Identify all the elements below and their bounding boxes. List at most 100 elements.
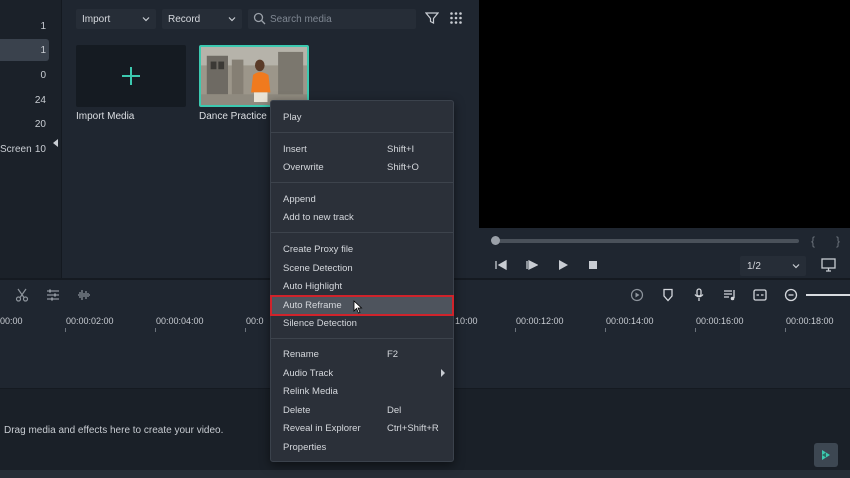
menu-item-label: Relink Media [283, 385, 338, 397]
menu-item-label: Auto Highlight [283, 280, 343, 292]
import-media-tile[interactable]: Import Media [76, 45, 186, 122]
context-menu: Play Insert Shift+I Overwrite Shift+O Appe… [270, 100, 454, 462]
render-preview-icon[interactable] [630, 288, 644, 302]
menu-item-label: Create Proxy file [283, 243, 354, 255]
menu-item-label: Play [283, 111, 302, 123]
search-placeholder: Search media [270, 13, 332, 25]
menu-item-append[interactable]: Append [271, 190, 453, 208]
menu-item-audio-track[interactable]: Audio Track [271, 364, 453, 382]
menu-item-label: Rename [283, 348, 319, 360]
collapse-arrow-icon[interactable] [53, 139, 58, 147]
menu-item-label: Auto Reframe [283, 300, 342, 311]
preview-quality-dropdown[interactable]: 1/2 [740, 256, 806, 276]
import-label: Import [82, 13, 111, 25]
category-item[interactable]: 0 [0, 64, 49, 86]
ruler-timecode: 00:00:16:00 [696, 316, 744, 326]
menu-item-shortcut: Ctrl+Shift+R [387, 422, 439, 434]
previous-frame-icon[interactable] [495, 259, 507, 271]
clip-thumbnail[interactable] [199, 45, 309, 107]
menu-item-label: Append [283, 193, 316, 205]
zoom-slider[interactable] [806, 294, 850, 296]
menu-item-auto-highlight[interactable]: Auto Highlight [271, 277, 453, 295]
menu-item-relink-media[interactable]: Relink Media [271, 382, 453, 400]
import-dropdown[interactable]: Import [76, 9, 156, 29]
menu-item-add-to-new-track[interactable]: Add to new track [271, 208, 453, 226]
menu-item-scene-detection[interactable]: Scene Detection [271, 259, 453, 277]
menu-item-label: Reveal in Explorer [283, 422, 361, 434]
category-item-screen[interactable]: Screen 10 [0, 138, 49, 160]
record-dropdown[interactable]: Record [162, 9, 242, 29]
import-media-thumb[interactable] [76, 45, 186, 107]
ruler-timecode: 00:00:02:00 [66, 316, 114, 326]
subtitle-icon[interactable] [753, 288, 767, 302]
ruler-timecode: 00:00:12:00 [516, 316, 564, 326]
chevron-down-icon [792, 264, 800, 269]
chevron-down-icon [142, 17, 150, 22]
search-icon [253, 12, 266, 25]
mark-in-bracket[interactable]: { [811, 234, 815, 248]
adjust-sliders-icon[interactable] [46, 288, 60, 302]
voiceover-list-icon[interactable] [723, 288, 737, 302]
audio-waveform-icon[interactable] [77, 288, 91, 302]
category-name: Screen [0, 143, 32, 155]
scissors-icon[interactable] [15, 288, 29, 302]
plus-icon [122, 67, 140, 85]
scrubber-handle[interactable] [491, 236, 500, 245]
menu-item-delete[interactable]: Delete Del [271, 401, 453, 419]
menu-item-rename[interactable]: Rename F2 [271, 345, 453, 363]
menu-separator [271, 338, 453, 339]
category-count: 20 [34, 118, 46, 130]
menu-item-shortcut: F2 [387, 348, 399, 360]
ruler-timecode: 00:0 [246, 316, 264, 326]
menu-item-shortcut: Shift+O [387, 161, 419, 173]
horizontal-scrollbar[interactable] [0, 470, 850, 478]
menu-item-label: Add to new track [283, 211, 354, 223]
ruler-timecode: 00:00 [0, 316, 23, 326]
ruler-timecode: 10:00 [455, 316, 478, 326]
menu-item-insert[interactable]: Insert Shift+I [271, 140, 453, 158]
menu-item-shortcut: Shift+I [387, 143, 415, 155]
stop-icon[interactable] [587, 259, 599, 271]
menu-item-create-proxy-file[interactable]: Create Proxy file [271, 240, 453, 258]
menu-item-properties[interactable]: Properties [271, 438, 453, 456]
ruler-timecode: 00:00:14:00 [606, 316, 654, 326]
menu-item-silence-detection[interactable]: Silence Detection [271, 314, 453, 332]
category-item[interactable]: 20 [0, 113, 49, 135]
ruler-timecode: 00:00:18:00 [786, 316, 834, 326]
filter-icon[interactable] [425, 11, 439, 25]
category-count: 1 [40, 44, 46, 56]
mouse-cursor-icon [353, 300, 363, 314]
shield-marker-icon[interactable] [661, 288, 675, 302]
preview-scrubber[interactable] [495, 239, 799, 243]
play-icon[interactable] [557, 259, 569, 271]
monitor-icon[interactable] [821, 258, 836, 272]
preview-screen [479, 0, 850, 228]
grid-view-icon[interactable] [449, 11, 463, 25]
dancer-thumbnail-image [201, 47, 307, 105]
play-slow-icon[interactable] [526, 259, 538, 271]
category-item-selected[interactable]: 1 [0, 39, 49, 61]
category-item[interactable]: 24 [0, 89, 49, 111]
menu-separator [271, 182, 453, 183]
menu-separator [271, 132, 453, 133]
menu-item-reveal-in-explorer[interactable]: Reveal in Explorer Ctrl+Shift+R [271, 419, 453, 437]
category-panel: 1 1 0 24 20 Screen 10 [0, 0, 62, 278]
menu-item-overwrite[interactable]: Overwrite Shift+O [271, 158, 453, 176]
mark-out-bracket[interactable]: } [836, 234, 840, 248]
microphone-icon[interactable] [692, 288, 706, 302]
tile-label: Import Media [76, 111, 135, 122]
menu-item-label: Silence Detection [283, 317, 357, 329]
menu-separator [271, 232, 453, 233]
category-item[interactable]: 1 [0, 15, 49, 37]
menu-item-label: Properties [283, 441, 327, 453]
chevron-down-icon [228, 17, 236, 22]
media-toolbar: Import Record Search media [63, 0, 477, 38]
menu-item-label: Overwrite [283, 161, 324, 173]
search-input[interactable]: Search media [248, 9, 416, 29]
app-logo-icon [814, 443, 838, 467]
menu-item-label: Insert [283, 143, 307, 155]
ruler-timecode: 00:00:04:00 [156, 316, 204, 326]
category-count: 1 [40, 20, 46, 32]
zoom-out-icon[interactable] [784, 288, 798, 302]
menu-item-play[interactable]: Play [271, 108, 453, 126]
